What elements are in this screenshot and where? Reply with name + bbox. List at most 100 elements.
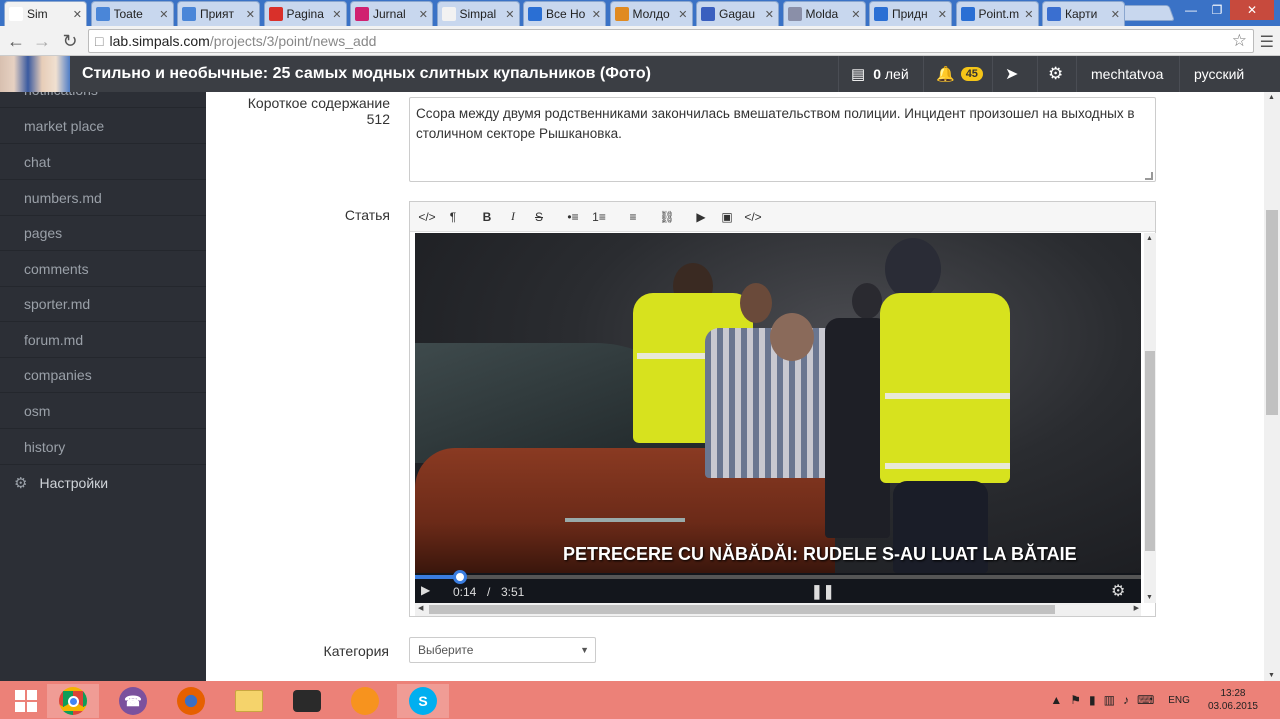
sidebar-item-forum-md[interactable]: forum.md — [0, 322, 206, 358]
explorer-taskbar-icon[interactable] — [223, 684, 275, 718]
video-frame: PETRECERE CU NĂBĂDĂI: RUDELE S-AU LUAT L… — [415, 233, 1141, 573]
sidebar-item-chat[interactable]: chat — [0, 144, 206, 180]
italic-icon[interactable]: I — [502, 206, 524, 228]
settings-gear-icon[interactable]: ⚙ — [1048, 56, 1063, 92]
article-thumbnail[interactable] — [0, 56, 70, 92]
video-icon[interactable]: ▶ — [690, 206, 712, 228]
volume-icon[interactable]: ▶ — [421, 583, 430, 597]
embedded-video-player[interactable]: PETRECERE CU NĂBĂDĂI: RUDELE S-AU LUAT L… — [415, 233, 1141, 603]
sidebar-item-companies[interactable]: companies — [0, 357, 206, 393]
close-window-icon[interactable]: ✕ — [1230, 0, 1274, 20]
sidebar-item-osm[interactable]: osm — [0, 393, 206, 429]
browser-tab[interactable]: Карти ✕ — [1042, 1, 1125, 26]
browser-tab[interactable]: Sim ✕ — [4, 1, 87, 26]
browser-tab[interactable]: Pagina ✕ — [263, 1, 347, 26]
tab-close-icon[interactable]: ✕ — [1111, 8, 1120, 21]
bold-icon[interactable]: B — [476, 206, 498, 228]
tab-close-icon[interactable]: ✕ — [419, 8, 428, 21]
tab-close-icon[interactable]: ✕ — [73, 8, 82, 21]
code-icon[interactable]: </> — [742, 206, 764, 228]
browser-tab[interactable]: Все Но ✕ — [523, 1, 606, 26]
clock[interactable]: 13:28 03.06.2015 — [1208, 687, 1258, 713]
chrome-taskbar-icon[interactable] — [47, 684, 99, 718]
sidebar-item-pages[interactable]: pages — [0, 215, 206, 251]
viber-taskbar-icon[interactable]: ☎ — [107, 684, 159, 718]
rocket-icon[interactable]: ➤ — [1005, 56, 1018, 92]
forward-icon[interactable]: → — [32, 31, 52, 51]
tab-close-icon[interactable]: ✕ — [332, 8, 341, 21]
flag-icon[interactable]: ⚑ — [1070, 693, 1081, 707]
tab-close-icon[interactable]: ✕ — [851, 8, 860, 21]
keyboard-icon[interactable]: ⌨ — [1137, 693, 1154, 707]
tab-close-icon[interactable]: ✕ — [592, 8, 601, 21]
link-icon[interactable]: ⛓ — [656, 206, 678, 228]
sidebar-item-numbers-md[interactable]: numbers.md — [0, 180, 206, 216]
tab-close-icon[interactable]: ✕ — [938, 8, 947, 21]
browser-tab[interactable]: Gagau ✕ — [696, 1, 779, 26]
tab-label: Все Но — [546, 7, 586, 21]
video-settings-icon[interactable]: ⚙ — [1111, 581, 1125, 601]
video-progress-bar[interactable] — [415, 570, 1141, 584]
sidebar-item-sporter-md[interactable]: sporter.md — [0, 286, 206, 322]
sidebar-item-settings[interactable]: ⚙ Настройки — [0, 465, 206, 501]
tab-close-icon[interactable]: ✕ — [765, 8, 774, 21]
tab-close-icon[interactable]: ✕ — [159, 8, 168, 21]
video-duration: 3:51 — [501, 585, 525, 599]
align-icon[interactable]: ≡ — [622, 206, 644, 228]
browser-tab[interactable]: Molda ✕ — [782, 1, 866, 26]
numbered-list-icon[interactable]: 1≡ — [588, 206, 610, 228]
start-button[interactable] — [0, 684, 52, 718]
article-editor[interactable]: </> ¶ B I S •≡ 1≡ ≡ ⛓ ▶ ▣ </> PETRECERE … — [409, 201, 1156, 617]
minimize-icon[interactable]: — — [1178, 0, 1204, 20]
back-icon[interactable]: ← — [6, 31, 26, 51]
browser-tab[interactable]: Simpal ✕ — [436, 1, 520, 26]
skype-taskbar-icon[interactable]: S — [397, 684, 449, 718]
bullet-list-icon[interactable]: •≡ — [562, 206, 584, 228]
firefox-taskbar-icon[interactable] — [165, 684, 217, 718]
category-select[interactable]: Выберите ▼ — [409, 637, 596, 663]
odnoklassniki-taskbar-icon[interactable] — [339, 684, 391, 718]
browser-tab[interactable]: Toate ✕ — [90, 1, 174, 26]
tab-close-icon[interactable]: ✕ — [246, 8, 255, 21]
language-switch[interactable]: русский — [1194, 56, 1244, 92]
image-icon[interactable]: ▣ — [716, 206, 738, 228]
summary-textarea[interactable]: Ссора между двумя родственниками закончи… — [409, 97, 1156, 182]
tab-close-icon[interactable]: ✕ — [505, 8, 514, 21]
browser-tab[interactable]: Молдо ✕ — [609, 1, 693, 26]
sidebar-item-notifications[interactable]: notifications — [0, 92, 206, 108]
paragraph-icon[interactable]: ¶ — [442, 206, 464, 228]
tab-close-icon[interactable]: ✕ — [678, 8, 687, 21]
maximize-icon[interactable]: ❐ — [1204, 0, 1230, 20]
notifications-button[interactable]: 🔔 45 — [936, 56, 983, 92]
power-icon[interactable]: ▮ — [1089, 693, 1096, 707]
resize-grip-icon[interactable] — [1145, 172, 1153, 180]
tab-close-icon[interactable]: ✕ — [1024, 8, 1033, 21]
editor-horizontal-scrollbar[interactable]: ◀ ▶ — [415, 603, 1141, 616]
username[interactable]: mechtatvoa — [1091, 56, 1163, 92]
article-title[interactable]: Стильно и необычные: 25 самых модных сли… — [82, 56, 651, 92]
sidebar-item-comments[interactable]: comments — [0, 251, 206, 287]
language-indicator[interactable]: ENG — [1168, 695, 1190, 706]
wallet[interactable]: ▤ 0 лей — [851, 56, 909, 92]
bookmark-star-icon[interactable]: ☆ — [1232, 31, 1247, 51]
browser-tab[interactable]: Прият ✕ — [177, 1, 260, 26]
browser-tab[interactable]: Jurnal ✕ — [350, 1, 433, 26]
browser-tab[interactable]: Придн ✕ — [869, 1, 952, 26]
sidebar-item-market-place[interactable]: market place — [0, 108, 206, 144]
camera-taskbar-icon[interactable] — [281, 684, 333, 718]
chrome-menu-icon[interactable]: ☰ — [1260, 32, 1274, 52]
volume-tray-icon[interactable]: ♪ — [1123, 693, 1129, 707]
pause-icon[interactable]: ❚❚ — [811, 583, 834, 600]
browser-tab[interactable]: Point.m ✕ — [955, 1, 1039, 26]
reload-icon[interactable]: ↻ — [60, 31, 80, 51]
tray-expand-icon[interactable]: ▲ — [1050, 693, 1062, 707]
progress-knob[interactable] — [453, 570, 467, 584]
network-icon[interactable]: ▥ — [1104, 693, 1115, 707]
address-bar[interactable]: □ lab.simpals.com/projects/3/point/news_… — [88, 29, 1254, 53]
page-scrollbar[interactable]: ▲ ▼ — [1264, 92, 1280, 681]
strikethrough-icon[interactable]: S — [528, 206, 550, 228]
url-host: lab.simpals.com — [109, 33, 210, 49]
editor-vertical-scrollbar[interactable]: ▲ ▼ — [1144, 233, 1156, 603]
html-source-icon[interactable]: </> — [416, 206, 438, 228]
sidebar-item-history[interactable]: history — [0, 429, 206, 465]
